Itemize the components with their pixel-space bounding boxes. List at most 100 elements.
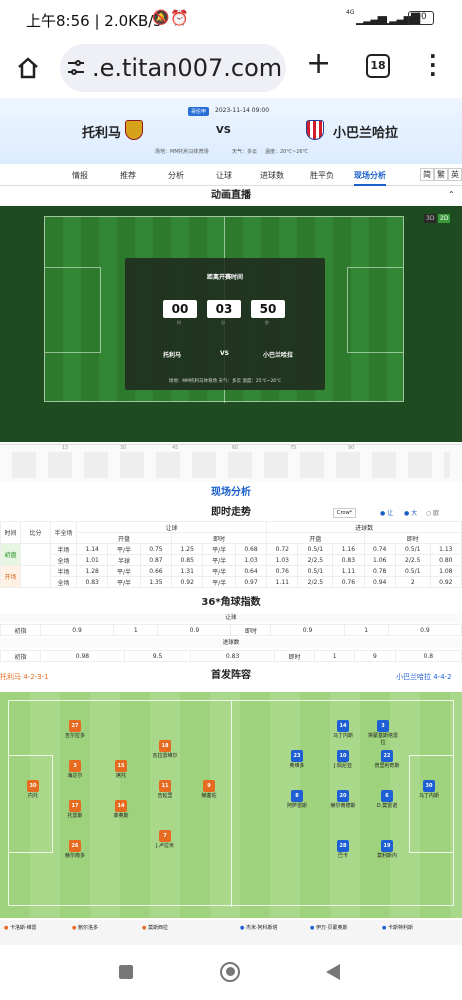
weather-text: 天气：多云 [232,149,258,155]
cell: 0.74 [363,543,396,555]
player-name: 内托 [27,793,38,799]
away-player: 8 阿萨雷斯 [280,790,314,809]
back-icon[interactable] [325,963,341,981]
home-nav-icon[interactable] [220,962,240,982]
filter-goals[interactable]: ● 大 [404,508,417,517]
cell: 1.14 [75,543,109,555]
collapse-icon[interactable]: ⌃ [448,190,455,199]
tab-goals[interactable]: 进球数 [260,170,284,181]
cell: 0.97 [234,576,268,588]
away-player: 3 埃蒙基斯塔雷拉 [366,720,400,746]
cell: 1.31 [171,565,204,577]
cell: 1.11 [332,565,365,577]
cell: 0.9 [39,624,115,636]
status-time: 上午8:56 | 2.0KB/s [26,12,162,30]
recents-icon[interactable] [119,965,133,979]
tab-1x2[interactable]: 胜平负 [310,170,334,181]
cell: 1.11 [266,576,299,588]
tab-count-button[interactable]: 18 [366,54,390,78]
new-tab-icon[interactable]: + [306,46,331,81]
home-icon[interactable] [16,56,40,80]
minutes-label: 分 [221,320,225,325]
site-settings-icon[interactable] [66,58,86,78]
tab-analysis[interactable]: 分析 [168,170,184,181]
sub-home-2: ● 莫斯西拉 [142,925,168,931]
player-name: 赫塞佐 [201,793,217,799]
table-row: 全场 0.83 平/半 1.35 0.92 平/半 0.97 1.11 2/2.5 0.76 0.9… [1,576,462,588]
sub-home-0-name: 卡洛斯·维雷 [9,925,37,931]
venue-text: 场地：MM托利马体育场 [155,149,209,155]
filter-handicap-label: 让 [387,510,394,517]
cell: 0.76 [266,565,299,577]
tab-recommend[interactable]: 推荐 [120,170,136,181]
player-name: 托雷斯 [67,813,83,819]
shirt-icon: 9 [203,780,215,792]
sub-home-0: ● 卡洛斯·维雷 [4,925,37,931]
filter-handicap[interactable]: ● 让 [380,508,393,517]
away-player: 10 J.佩尼亚 [326,750,360,769]
lang-traditional[interactable]: 繁 [434,168,448,181]
tab-handicap[interactable]: 让球 [216,170,232,181]
shirt-icon: 14 [337,720,349,732]
sub-away-0-name: 杰米·阿科斯塔 [245,925,278,931]
sub-away-0: ● 杰米·阿科斯塔 [240,925,278,931]
system-nav-bar [0,945,462,1000]
away-player: 19 莫利斯内 [370,840,404,859]
cell: 0.83 [75,576,109,588]
shirt-icon: 14 [115,800,127,812]
cell: 1.03 [234,554,268,566]
company-select[interactable]: Crow* [333,508,357,518]
url-bar[interactable]: .e.titan007.com [60,44,286,92]
cell: 1.16 [332,543,365,555]
filter-euro[interactable]: ○ 欧 [426,508,439,517]
lang-english[interactable]: 英 [448,168,462,181]
cell: 1.01 [75,554,109,566]
cell: 初指 [0,624,41,636]
tab-live-analysis[interactable]: 现场分析 [354,170,386,186]
away-player: 20 赫尔南德斯 [326,790,360,809]
tab-info[interactable]: 情报 [72,170,88,181]
shirt-icon: 30 [423,780,435,792]
countdown-info: 场地：MM托利马体育场 天气：多云 温度：25℃~26℃ [168,379,282,384]
home-player: 7 J.卢拉米 [148,830,182,849]
cell: 0.8 [394,650,462,662]
cell: 半场 [50,543,77,555]
cell: 0.64 [234,565,268,577]
shirt-icon: 26 [69,840,81,852]
corners-sub-handicap: 让球 [0,613,462,623]
home-player: 15 席托 [104,760,138,779]
ruler-tick: 90 [348,445,355,451]
cell: 半球 [107,554,141,566]
cell: 0.5/1 [394,543,431,555]
away-player: 30 马丁内斯 [412,780,446,799]
cell [20,543,51,566]
cell: 平/半 [202,565,236,577]
cell: 2/2.5 [394,554,431,566]
view-3d-button[interactable]: 3D [424,214,437,223]
home-team-logo [125,120,143,140]
cell: 1 [343,624,389,636]
menu-icon[interactable]: · · · [429,46,437,84]
player-name: 普里利奇斯 [374,763,400,769]
right-penalty-box [347,267,403,353]
row-label: 开场 [0,565,21,588]
countdown-seconds: 50 [251,300,285,318]
ruler-tick: 15 [62,445,69,451]
view-2d-button[interactable]: 2D [438,214,451,223]
left-penalty-box [45,267,101,353]
home-player: 30 内托 [16,780,50,799]
trend-subhead: 开盘 [266,532,365,544]
cell: 1 [113,624,159,636]
countdown-panel: 距离开赛时间 00 03 50 时 分 秒 托利马 VS 小巴兰哈拉 场地：MM… [125,258,325,390]
shirt-icon: 3 [377,720,389,732]
lang-simplified[interactable]: 简 [420,168,434,181]
home-player: 3 海达尔 [58,760,92,779]
cell: 1.08 [429,565,462,577]
player-name: 奥维多 [289,763,305,769]
shirt-icon: 28 [337,840,349,852]
trend-head: 比分 [20,521,51,544]
cell: 平/半 [202,543,236,555]
ruler-line [0,444,462,445]
player-name: 吉尔拉多 [64,733,85,739]
temp-text: 温度：20℃~26℃ [265,149,309,155]
